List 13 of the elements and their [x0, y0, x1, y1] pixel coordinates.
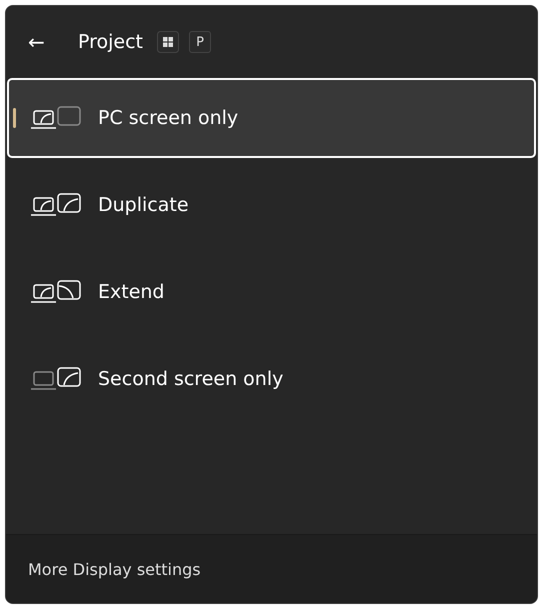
display-mode-icon [30, 105, 82, 131]
projection-option[interactable]: Duplicate [7, 165, 536, 245]
display-mode-icon [30, 366, 82, 392]
back-button[interactable]: ← [28, 30, 58, 54]
projection-option[interactable]: Extend [7, 252, 536, 332]
panel-title: Project [78, 31, 144, 53]
windows-key-icon [157, 31, 180, 53]
display-mode-icon [30, 279, 82, 305]
key-label: P [189, 31, 212, 53]
projection-option[interactable]: Second screen only [7, 339, 536, 419]
display-mode-icon [30, 192, 82, 218]
projection-option[interactable]: PC screen only [7, 78, 536, 158]
more-display-settings-link[interactable]: More Display settings [28, 560, 201, 578]
